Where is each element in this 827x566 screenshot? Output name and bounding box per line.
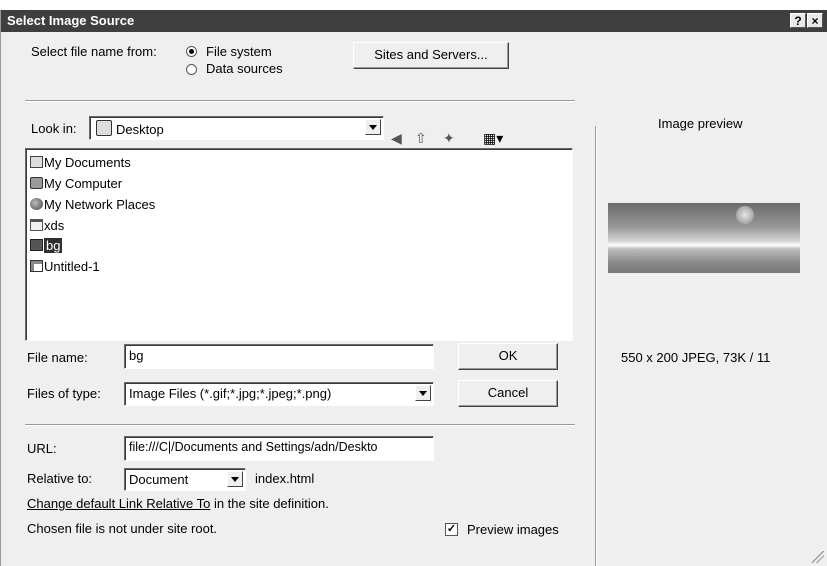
list-item[interactable]: Untitled-1 xyxy=(30,259,100,276)
list-item[interactable]: bg xyxy=(30,238,63,255)
resize-grip-icon[interactable] xyxy=(812,551,824,563)
up-folder-icon[interactable]: ⇧ xyxy=(415,130,427,147)
my-documents-icon xyxy=(30,156,43,168)
file-system-label[interactable]: File system xyxy=(206,44,272,59)
status-text: Chosen file is not under site root. xyxy=(27,521,218,536)
change-default-link-relative-to-link[interactable]: Change default Link Relative To xyxy=(27,496,210,511)
relative-to-label: Relative to: xyxy=(27,471,93,486)
file-name-label: File name: xyxy=(27,350,88,365)
view-menu-icon[interactable]: ▦▾ xyxy=(483,130,503,147)
files-of-type-dropdown-arrow[interactable] xyxy=(415,385,431,401)
image-preview-heading: Image preview xyxy=(658,116,743,131)
relative-to-value: Document xyxy=(129,472,189,487)
look-in-dropdown-arrow[interactable] xyxy=(365,119,381,135)
folder-icon xyxy=(30,219,43,231)
help-button[interactable]: ? xyxy=(790,13,806,28)
preview-separator xyxy=(595,126,597,566)
new-folder-icon[interactable]: ✦ xyxy=(443,130,455,147)
close-button[interactable]: × xyxy=(807,13,823,28)
files-of-type-label: Files of type: xyxy=(27,386,101,401)
middle-separator xyxy=(25,424,575,426)
file-list[interactable]: My Documents My Computer My Network Plac… xyxy=(25,148,573,341)
look-in-label: Look in: xyxy=(31,121,77,136)
list-item[interactable]: xds xyxy=(30,218,64,235)
image-file-icon xyxy=(30,239,43,251)
cancel-button[interactable]: Cancel xyxy=(458,380,558,407)
files-of-type-value: Image Files (*.gif;*.jpg;*.jpeg;*.png) xyxy=(129,386,332,401)
file-system-radio[interactable] xyxy=(186,46,197,57)
relative-file-name: index.html xyxy=(255,471,315,486)
look-in-combo[interactable]: Desktop xyxy=(89,116,384,140)
data-sources-label[interactable]: Data sources xyxy=(206,61,283,76)
my-computer-icon xyxy=(30,177,43,189)
data-sources-radio[interactable] xyxy=(186,64,197,75)
select-image-source-dialog: Select Image Source ? × Select file name… xyxy=(0,10,827,566)
relative-to-combo[interactable]: Document xyxy=(124,468,246,491)
link-relative-note: Change default Link Relative To in the s… xyxy=(27,496,329,511)
relative-to-dropdown-arrow[interactable] xyxy=(227,471,243,487)
network-places-icon xyxy=(30,198,43,210)
sites-and-servers-button[interactable]: Sites and Servers... xyxy=(353,42,509,69)
files-of-type-combo[interactable]: Image Files (*.gif;*.jpg;*.jpeg;*.png) xyxy=(124,382,434,406)
title-bar[interactable]: Select Image Source ? × xyxy=(1,10,827,32)
list-item[interactable]: My Documents xyxy=(30,155,131,172)
image-preview-thumbnail xyxy=(608,203,800,273)
list-item[interactable]: My Network Places xyxy=(30,197,155,214)
url-input[interactable]: file:///C|/Documents and Settings/adn/De… xyxy=(124,436,434,461)
back-icon[interactable]: ◀ xyxy=(391,130,402,147)
list-item[interactable]: My Computer xyxy=(30,176,122,193)
preview-images-label[interactable]: Preview images xyxy=(467,522,559,537)
url-label: URL: xyxy=(27,441,57,456)
image-info-text: 550 x 200 JPEG, 73K / 11 xyxy=(621,350,771,365)
desktop-icon xyxy=(96,120,112,136)
page-file-icon xyxy=(30,260,43,272)
source-label: Select file name from: xyxy=(31,44,157,59)
top-separator xyxy=(25,100,575,102)
file-name-input[interactable]: bg xyxy=(124,344,434,369)
ok-button[interactable]: OK xyxy=(458,343,558,370)
preview-images-checkbox[interactable]: ✓ xyxy=(445,523,458,536)
look-in-value: Desktop xyxy=(116,122,164,137)
dialog-title: Select Image Source xyxy=(7,13,135,28)
